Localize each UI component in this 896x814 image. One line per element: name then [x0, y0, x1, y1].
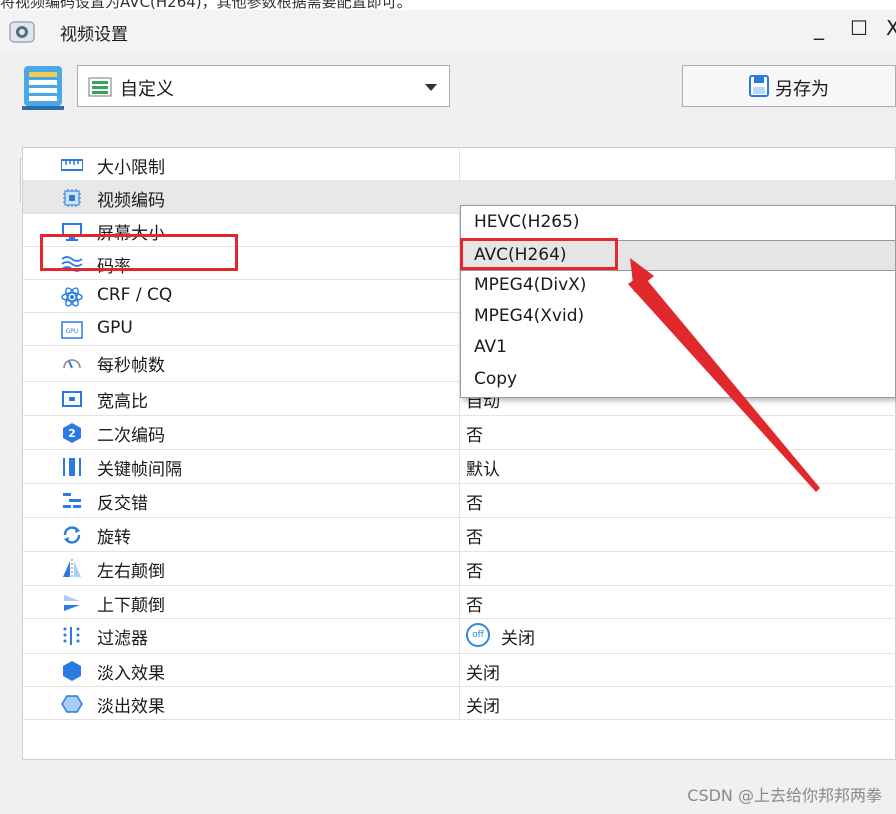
row-label: 每秒帧数: [97, 356, 165, 376]
atom-icon: [61, 287, 83, 307]
row-label: 二次编码: [97, 426, 165, 446]
row-value[interactable]: 否: [466, 421, 483, 446]
deinterlace-icon: [63, 493, 81, 508]
row-value[interactable]: 否: [466, 523, 483, 548]
row-fade-out[interactable]: 淡出效果 关闭: [23, 687, 896, 720]
row-label: 淡入效果: [97, 664, 165, 684]
row-value[interactable]: 默认: [466, 455, 500, 480]
watermark-text: CSDN @上去给你邦邦两拳: [687, 786, 882, 805]
maximize-button[interactable]: ☐: [850, 16, 868, 40]
save-as-label: 另存为: [775, 79, 829, 100]
highlight-box-avc-option: [460, 238, 618, 270]
preset-dropdown[interactable]: 自定义: [77, 65, 450, 107]
gpu-icon: GPU: [61, 321, 83, 339]
fade-out-icon: [61, 695, 83, 713]
svg-text:2: 2: [68, 427, 76, 440]
window-title: 视频设置: [60, 25, 128, 45]
row-label: 反交错: [97, 494, 148, 514]
codec-option[interactable]: HEVC(H265): [461, 208, 895, 239]
row-label: 大小限制: [97, 158, 165, 178]
ruler-icon: [61, 159, 83, 171]
row-label: 上下颠倒: [97, 596, 165, 616]
row-rotate[interactable]: 旋转 否: [23, 518, 896, 552]
row-value[interactable]: 否: [466, 591, 483, 616]
row-label: 关键帧间隔: [97, 460, 182, 480]
filter-icon: [63, 627, 80, 645]
row-value[interactable]: 关闭: [466, 692, 500, 717]
row-value[interactable]: 否: [466, 557, 483, 582]
chevron-down-icon[interactable]: [425, 84, 437, 91]
row-flip-vertical[interactable]: 上下颠倒 否: [23, 586, 896, 619]
minimize-button[interactable]: _: [814, 16, 824, 40]
chip-icon: [63, 189, 81, 207]
row-size-limit[interactable]: 大小限制: [23, 148, 896, 181]
keyframe-icon: [63, 458, 81, 476]
row-label: 左右颠倒: [97, 562, 165, 582]
row-fade-in[interactable]: 淡入效果 关闭: [23, 654, 896, 687]
save-as-button[interactable]: 另存为: [682, 65, 896, 107]
row-filter[interactable]: 过滤器 off 关闭: [23, 619, 896, 654]
preset-list-icon: [22, 66, 64, 110]
row-label: CRF / CQ: [97, 285, 173, 305]
row-label: GPU: [97, 318, 133, 338]
row-value[interactable]: 关闭: [466, 659, 500, 684]
fade-in-icon: [63, 661, 81, 681]
annotation-arrow: [628, 258, 820, 492]
off-toggle-icon[interactable]: off: [466, 623, 490, 647]
title-bar: 视频设置 _ ☐ X: [0, 10, 896, 55]
row-label: 宽高比: [97, 392, 148, 412]
row-label: 旋转: [97, 528, 131, 548]
row-value[interactable]: 关闭: [501, 624, 535, 649]
row-label: 过滤器: [97, 629, 148, 649]
preset-item-icon: [88, 77, 112, 97]
app-icon: [9, 21, 35, 43]
speedometer-icon: [63, 359, 81, 369]
close-button[interactable]: X: [886, 16, 896, 40]
flip-horizontal-icon: [63, 559, 81, 579]
two-pass-icon: 2: [63, 423, 81, 443]
save-icon: [749, 75, 769, 97]
row-label: 淡出效果: [97, 697, 165, 717]
row-flip-horizontal[interactable]: 左右颠倒 否: [23, 552, 896, 586]
preset-value: 自定义: [120, 79, 174, 100]
svg-text:GPU: GPU: [66, 328, 79, 335]
top-caption: 将视频编码设置为AVC(H264)，其他参数根据需要配置即可。: [0, 0, 412, 9]
row-label: 视频编码: [97, 191, 165, 211]
flip-vertical-icon: [64, 595, 80, 611]
aspect-ratio-icon: [62, 391, 82, 407]
highlight-box-video-codec: [40, 234, 238, 271]
rotate-icon: [63, 526, 81, 544]
row-value[interactable]: 否: [466, 489, 483, 514]
